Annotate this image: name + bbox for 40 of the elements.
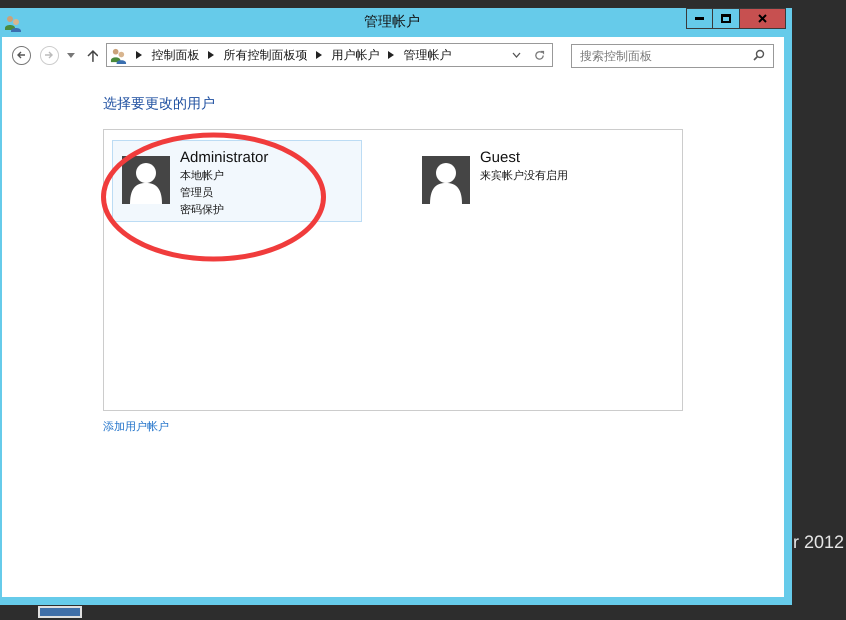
breadcrumb-item[interactable]: 所有控制面板项	[223, 46, 308, 64]
account-detail: 密码保护	[180, 202, 225, 218]
refresh-icon[interactable]	[534, 50, 545, 60]
account-tile[interactable]: Administrator 本地帐户 管理员 密码保护	[112, 140, 362, 222]
close-button[interactable]	[740, 8, 786, 29]
search-field[interactable]: 搜索控制面板	[571, 44, 774, 68]
window-title: 管理帐户	[363, 13, 421, 32]
arrow-up-icon[interactable]	[86, 48, 98, 62]
account-detail: 本地帐户	[180, 168, 225, 184]
maximize-icon	[721, 14, 731, 23]
caret-down-icon[interactable]	[66, 52, 75, 58]
chevron-right-icon	[316, 51, 322, 59]
add-account-link[interactable]: 添加用户帐户	[103, 419, 169, 436]
back-button[interactable]	[12, 46, 31, 64]
desktop-text: r 2012	[793, 531, 844, 554]
account-name: Guest	[480, 148, 522, 167]
user-avatar-icon	[422, 156, 470, 204]
users-icon	[110, 46, 128, 64]
account-tile[interactable]: Guest 来宾帐户没有启用	[412, 140, 662, 222]
minimize-icon	[695, 17, 704, 20]
arrow-right-icon	[44, 50, 54, 60]
chevron-right-icon	[136, 51, 142, 59]
account-detail: 管理员	[180, 185, 214, 201]
address-bar[interactable]: 控制面板 所有控制面板项 用户帐户 管理帐户	[106, 43, 553, 67]
arrow-left-icon	[16, 50, 26, 60]
section-heading: 选择要更改的用户	[103, 95, 216, 114]
search-icon	[753, 48, 765, 60]
close-icon	[758, 14, 767, 23]
breadcrumb-item[interactable]: 控制面板	[151, 46, 200, 64]
chevron-right-icon	[388, 51, 394, 59]
chevron-right-icon	[208, 51, 214, 59]
chevron-down-icon[interactable]	[512, 52, 521, 58]
users-icon	[4, 14, 22, 32]
minimize-button[interactable]	[686, 8, 713, 29]
user-avatar-icon	[122, 156, 170, 204]
account-detail: 来宾帐户没有启用	[480, 168, 568, 184]
account-name: Administrator	[180, 148, 268, 167]
breadcrumb-item[interactable]: 用户帐户	[331, 46, 380, 64]
breadcrumb-item[interactable]: 管理帐户	[403, 46, 452, 64]
taskbar-thumbnail	[38, 606, 82, 618]
